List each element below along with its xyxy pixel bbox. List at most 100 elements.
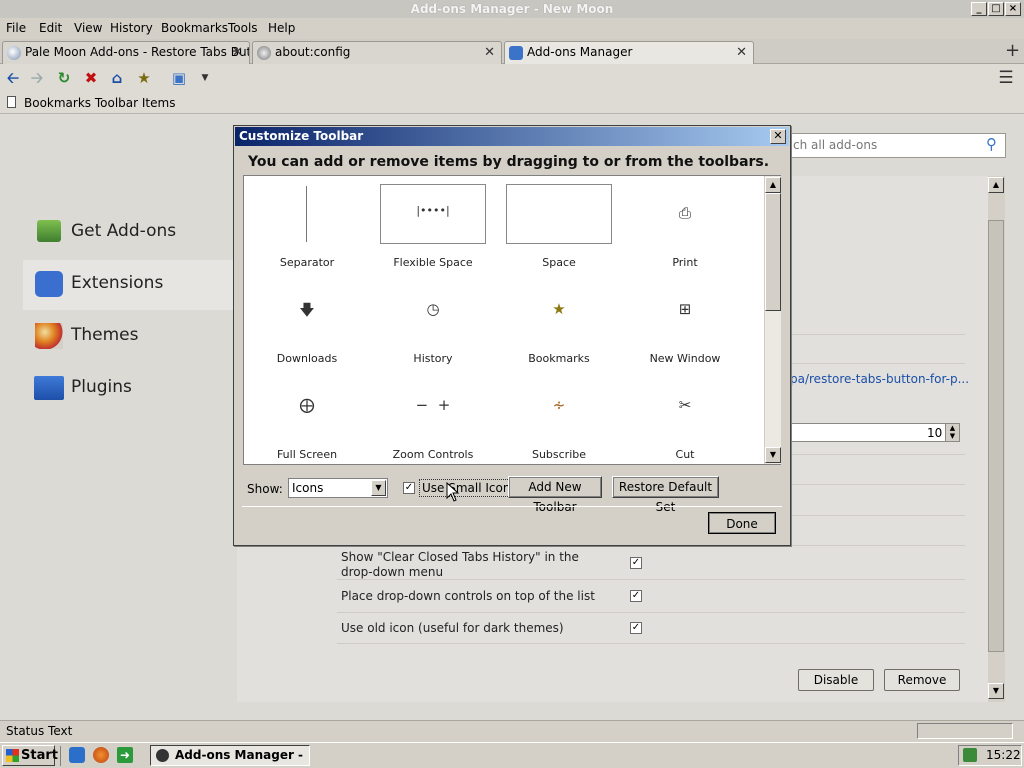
category-label: Get Add-ons	[71, 221, 177, 241]
palette-item-print[interactable]: ⎙ Print	[622, 184, 748, 280]
flexible-space-icon: |••••|	[416, 204, 450, 217]
chevron-down-icon[interactable]: ▼	[371, 480, 386, 496]
scroll-up-button[interactable]: ▲	[765, 177, 781, 193]
printer-icon: ⎙	[678, 204, 691, 222]
clock-icon: ◷	[426, 300, 440, 318]
menu-history[interactable]: History	[110, 21, 153, 35]
menu-bookmarks[interactable]: Bookmarks	[161, 21, 228, 35]
palette-item-new-window[interactable]: ⊞ New Window	[622, 280, 748, 376]
close-tab-icon[interactable]: ✕	[484, 42, 495, 63]
dialog-close-button[interactable]: ✕	[770, 129, 786, 144]
category-themes[interactable]: Themes	[23, 312, 233, 362]
panorama-button[interactable]: ▣	[168, 68, 190, 88]
palette-item-history[interactable]: ◷ History	[370, 280, 496, 376]
palette-item-cut[interactable]: ✂ Cut	[622, 376, 748, 472]
search-icon[interactable]: ⚲	[986, 135, 997, 153]
close-window-button[interactable]: ×	[1005, 2, 1021, 16]
use-small-icons-label[interactable]: Use Small Icons	[419, 479, 520, 497]
use-small-icons-checkbox[interactable]: ✓	[403, 482, 415, 494]
network-tray-icon[interactable]	[963, 748, 977, 762]
tab-label: Add-ons Manager	[527, 45, 633, 59]
scroll-thumb[interactable]	[988, 220, 1004, 652]
start-button[interactable]: Start	[2, 745, 58, 766]
reload-button[interactable]: ↻	[53, 68, 75, 88]
menu-view[interactable]: View	[74, 21, 102, 35]
window-title-bar[interactable]: Add-ons Manager - New Moon _ □ ×	[0, 0, 1024, 18]
close-tab-icon[interactable]: ✕	[736, 42, 747, 63]
puzzle-piece-icon	[35, 271, 63, 297]
number-input[interactable]: 10 ▲ ▼	[790, 423, 960, 442]
scroll-thumb[interactable]	[765, 193, 781, 311]
menu-edit[interactable]: Edit	[39, 21, 62, 35]
category-extensions[interactable]: Extensions	[23, 260, 233, 310]
bookmarks-toolbar: Bookmarks Toolbar Items	[0, 92, 1024, 114]
done-button[interactable]: Done	[708, 512, 776, 534]
tab-about-config[interactable]: about:config ✕	[252, 41, 502, 64]
homepage-link[interactable]: pa/restore-tabs-button-for-p...	[790, 372, 969, 386]
option-label-dropdown-on-top: Place drop-down controls on top of the l…	[341, 589, 595, 603]
palette-item-flexible-space[interactable]: |••••| Flexible Space	[370, 184, 496, 280]
palette-item-label: Separator	[279, 256, 335, 269]
spin-buttons[interactable]: ▲ ▼	[945, 424, 959, 441]
show-select[interactable]: Icons ▼	[288, 478, 388, 498]
bookmarks-toolbar-items[interactable]: Bookmarks Toolbar Items	[24, 96, 175, 110]
palette-item-zoom-controls[interactable]: − + Zoom Controls	[370, 376, 496, 472]
app-menu-button[interactable]: ☰	[995, 68, 1017, 88]
option-checkbox-clear-closed-tabs[interactable]: ✓	[630, 557, 642, 569]
show-label: Show:	[247, 482, 283, 496]
category-plugins[interactable]: Plugins	[23, 364, 233, 414]
palette-item-label: Downloads	[276, 352, 338, 365]
forward-button[interactable]: 🡢	[26, 68, 48, 88]
taskbar-task-addons-manager[interactable]: Add-ons Manager - N...	[150, 745, 310, 768]
tab-pale-moon-addons[interactable]: Pale Moon Add-ons - Restore Tabs Button …	[2, 41, 250, 64]
remove-button[interactable]: Remove	[884, 669, 960, 691]
tab-addons-manager[interactable]: Add-ons Manager ✕	[504, 41, 754, 65]
show-desktop-icon[interactable]: ➜	[117, 747, 133, 763]
category-get-addons[interactable]: Get Add-ons	[23, 208, 233, 258]
tab-label: about:config	[275, 45, 351, 59]
scroll-up-button[interactable]: ▲	[988, 177, 1004, 193]
browser-quicklaunch-icon[interactable]	[93, 747, 109, 763]
stop-button[interactable]: ✖	[80, 68, 102, 88]
search-input[interactable]: ch all add-ons ⚲	[790, 133, 1006, 158]
dialog-title-bar[interactable]: Customize Toolbar ✕	[235, 127, 789, 146]
palette-item-full-screen[interactable]: ⨁ Full Screen	[244, 376, 370, 472]
windows-logo-icon	[6, 749, 19, 762]
home-button[interactable]: ⌂	[106, 68, 128, 88]
option-checkbox-old-icon[interactable]: ✓	[630, 622, 642, 634]
add-new-toolbar-button[interactable]: Add New Toolbar	[508, 476, 602, 514]
show-select-value: Icons	[292, 481, 324, 495]
pale-moon-icon	[7, 46, 21, 60]
palette-item-bookmarks[interactable]: ★ Bookmarks	[496, 280, 622, 376]
menu-help[interactable]: Help	[268, 21, 295, 35]
menu-file[interactable]: File	[6, 21, 26, 35]
option-checkbox-dropdown-on-top[interactable]: ✓	[630, 590, 642, 602]
menu-tools[interactable]: Tools	[228, 21, 258, 35]
download-icon	[37, 220, 61, 242]
palette-item-space[interactable]: Space	[496, 184, 622, 280]
bookmarks-menu-button[interactable]: ★	[133, 68, 155, 88]
back-button[interactable]: 🡠	[2, 68, 24, 88]
close-tab-icon[interactable]: ✕	[232, 42, 243, 63]
space-box	[506, 184, 612, 244]
internet-explorer-icon[interactable]	[69, 747, 85, 763]
customize-toolbar-dialog: Customize Toolbar ✕ You can add or remov…	[233, 125, 791, 546]
new-tab-button[interactable]: +	[1005, 40, 1020, 61]
palette-item-separator[interactable]: Separator	[244, 184, 370, 280]
palette-item-label: Zoom Controls	[392, 448, 474, 461]
maximize-button[interactable]: □	[988, 2, 1004, 16]
separator-line-icon	[306, 186, 307, 242]
palette-item-label: Subscribe	[531, 448, 587, 461]
scroll-down-button[interactable]: ▼	[765, 447, 781, 463]
divider	[337, 643, 965, 644]
detail-scrollbar[interactable]: ▲ ▼	[988, 176, 1005, 702]
palette-item-downloads[interactable]: 🡇 Downloads	[244, 280, 370, 376]
tab-strip: Pale Moon Add-ons - Restore Tabs Button …	[0, 39, 1024, 65]
scroll-down-button[interactable]: ▼	[988, 683, 1004, 699]
disable-button[interactable]: Disable	[798, 669, 874, 691]
palette-scrollbar[interactable]: ▲ ▼	[764, 176, 781, 464]
minimize-button[interactable]: _	[971, 2, 987, 16]
toolbar-dropdown-button[interactable]: ▼	[194, 68, 216, 88]
palette-item-subscribe[interactable]: ∻ Subscribe	[496, 376, 622, 472]
restore-default-set-button[interactable]: Restore Default Set	[612, 476, 719, 514]
